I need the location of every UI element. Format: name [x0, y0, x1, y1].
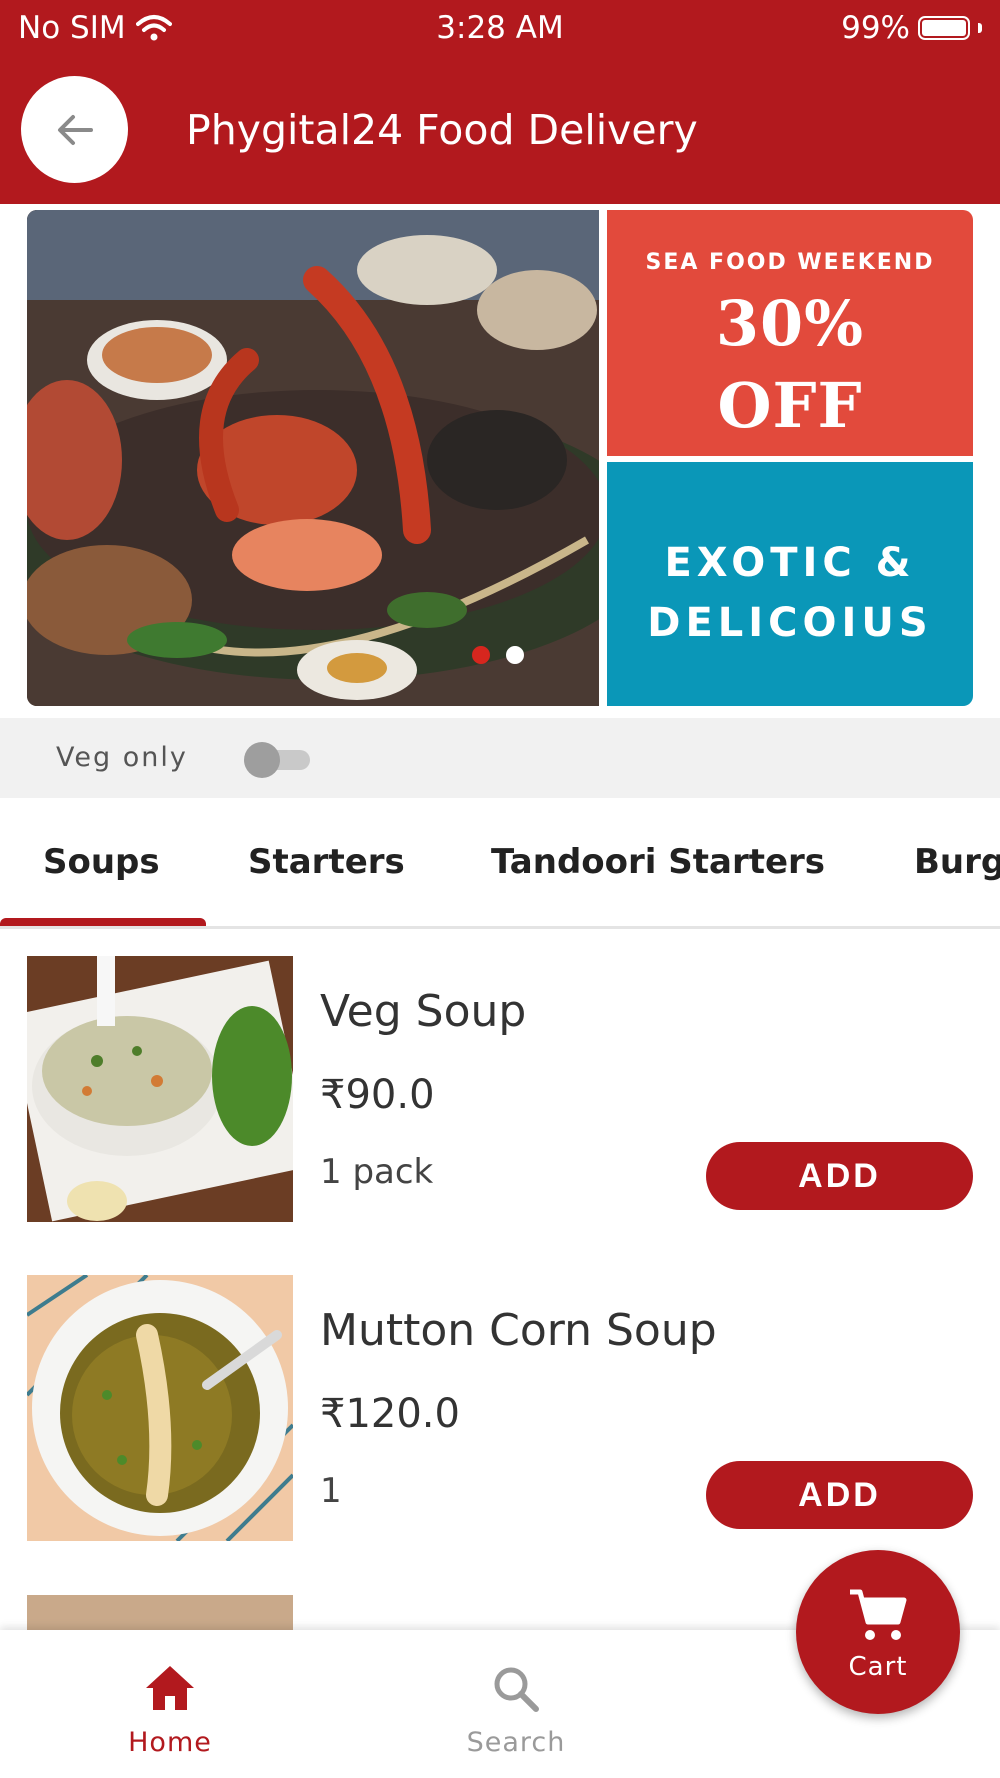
toggle-knob: [244, 742, 280, 778]
tagline-line1: EXOTIC &: [664, 540, 916, 586]
veg-only-toggle[interactable]: [244, 742, 312, 778]
veg-only-label: Veg only: [56, 742, 188, 773]
product-unit: 1 pack: [320, 1152, 434, 1192]
add-to-cart-button[interactable]: ADD: [706, 1142, 973, 1210]
veg-soup-image: [27, 956, 293, 1222]
product-price: ₹120.0: [320, 1391, 460, 1437]
cart-label: Cart: [848, 1652, 908, 1682]
promo-offer-tile: SEA FOOD WEEKEND 30% OFF: [607, 210, 973, 456]
promo-discount-line2: OFF: [717, 369, 863, 442]
promo-discount-line1: 30%: [715, 287, 865, 360]
battery-percent: 99%: [841, 10, 910, 46]
home-icon: [146, 1666, 194, 1710]
tab-starters[interactable]: Starters: [248, 842, 405, 882]
carousel-dot-1[interactable]: [472, 646, 490, 664]
tab-burgers[interactable]: Burg: [914, 842, 1000, 882]
nav-home[interactable]: Home: [70, 1664, 270, 1758]
page-title: Phygital24 Food Delivery: [186, 106, 698, 154]
seafood-photo: [27, 210, 599, 706]
next-product-image: [27, 1595, 293, 1635]
nav-home-label: Home: [128, 1727, 212, 1758]
mutton-corn-soup-image: [27, 1275, 293, 1541]
promo-kicker: SEA FOOD WEEKEND: [645, 250, 935, 275]
category-tabs: Soups Starters Tandoori Starters Burg: [0, 812, 1000, 928]
app-header: No SIM 3:28 AM 99% Phygital24 Food Deliv…: [0, 0, 1000, 204]
cart-button[interactable]: Cart: [796, 1550, 960, 1714]
promo-banner-carousel[interactable]: SEA FOOD WEEKEND 30% OFF EXOTIC & DELICO…: [27, 210, 973, 706]
product-name: Veg Soup: [320, 986, 527, 1037]
product-item[interactable]: Mutton Corn Soup ₹120.0 1 ADD: [0, 1275, 1000, 1545]
carousel-dot-2[interactable]: [506, 646, 524, 664]
status-bar: No SIM 3:28 AM 99%: [0, 0, 1000, 56]
carousel-pagination: [472, 646, 524, 664]
shopping-cart-icon: [850, 1589, 907, 1640]
tabs-divider: [0, 926, 1000, 929]
battery-icon: [918, 16, 970, 40]
tab-tandoori-starters[interactable]: Tandoori Starters: [491, 842, 825, 882]
product-item[interactable]: Veg Soup ₹90.0 1 pack ADD: [0, 956, 1000, 1226]
promo-tagline-tile: EXOTIC & DELICOIUS: [607, 462, 973, 706]
battery-indicator: 99%: [841, 10, 982, 46]
product-price: ₹90.0: [320, 1072, 435, 1118]
nav-search-label: Search: [466, 1727, 566, 1758]
veg-filter-row: Veg only: [0, 718, 1000, 798]
product-name: Mutton Corn Soup: [320, 1305, 717, 1356]
add-to-cart-button[interactable]: ADD: [706, 1461, 973, 1529]
search-icon: [494, 1667, 539, 1712]
arrow-left-icon: [57, 114, 93, 145]
tab-soups[interactable]: Soups: [43, 842, 160, 882]
product-unit: 1: [320, 1471, 342, 1511]
back-button[interactable]: [21, 76, 128, 183]
tagline-line2: DELICOIUS: [647, 600, 933, 646]
nav-search[interactable]: Search: [416, 1664, 616, 1758]
